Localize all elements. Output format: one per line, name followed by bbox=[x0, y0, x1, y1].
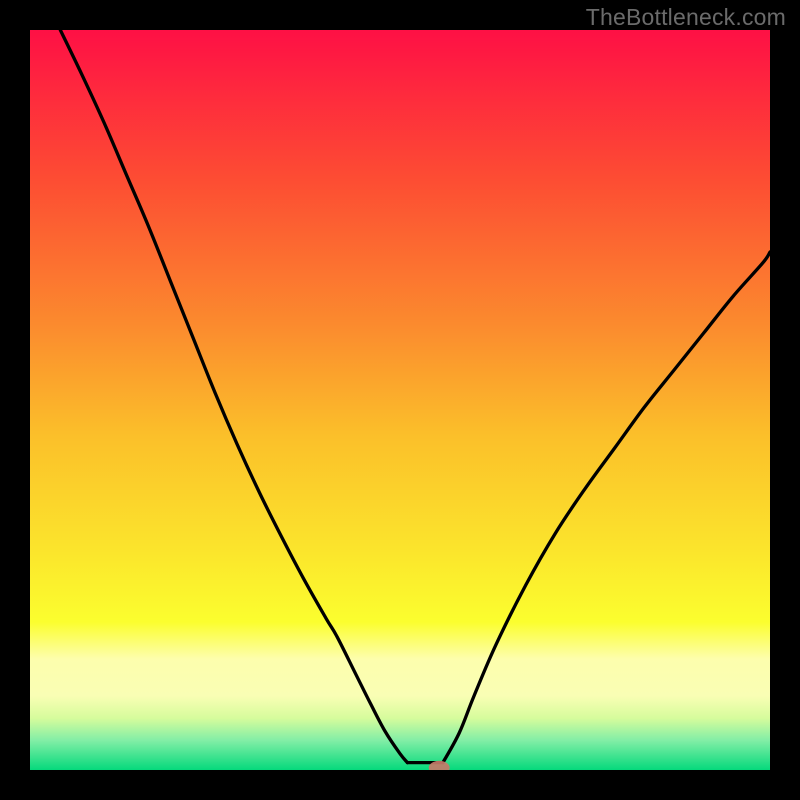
watermark-text: TheBottleneck.com bbox=[586, 4, 786, 31]
gradient-background bbox=[30, 30, 770, 770]
plot-svg bbox=[30, 30, 770, 770]
plot-area bbox=[30, 30, 770, 770]
chart-stage: TheBottleneck.com bbox=[0, 0, 800, 800]
